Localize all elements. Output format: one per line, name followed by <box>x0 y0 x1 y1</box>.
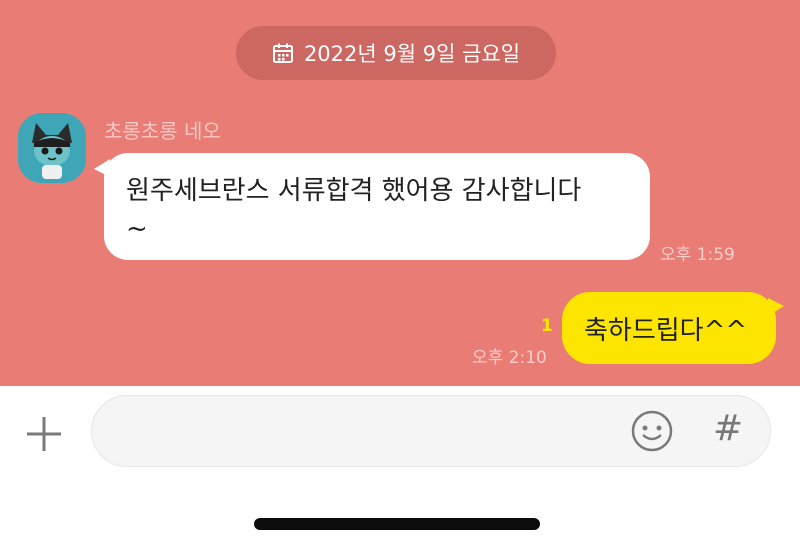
incoming-message-bubble[interactable]: 원주세브란스 서류합격 했어용 감사합니다 ~ <box>94 153 650 260</box>
home-indicator <box>254 518 540 530</box>
date-divider: 2022년 9월 9일 금요일 <box>236 26 556 80</box>
unread-count: 1 <box>541 316 553 336</box>
outgoing-message-bubble[interactable]: 축하드립다^^ <box>562 292 784 364</box>
profile-avatar[interactable] <box>18 113 86 183</box>
hashtag-button[interactable]: # <box>713 408 743 449</box>
outgoing-message-time: 오후 2:10 <box>472 348 547 368</box>
outgoing-message-text: 축하드립다^^ <box>584 315 748 346</box>
emoji-icon[interactable] <box>630 409 674 453</box>
date-divider-text: 2022년 9월 9일 금요일 <box>303 42 521 66</box>
incoming-message-time: 오후 1:59 <box>660 245 735 265</box>
incoming-message-line-1: 원주세브란스 서류합격 했어용 감사합니다 <box>126 176 582 206</box>
sender-name: 초롱초롱 네오 <box>104 119 221 143</box>
plus-icon[interactable] <box>24 414 64 454</box>
incoming-message-line-2: ~ <box>126 214 148 244</box>
chat-area: 2022년 9월 9일 금요일 초롱초롱 네오 원주세브란스 서류합격 했어용 … <box>0 0 800 386</box>
calendar-icon <box>272 42 294 64</box>
